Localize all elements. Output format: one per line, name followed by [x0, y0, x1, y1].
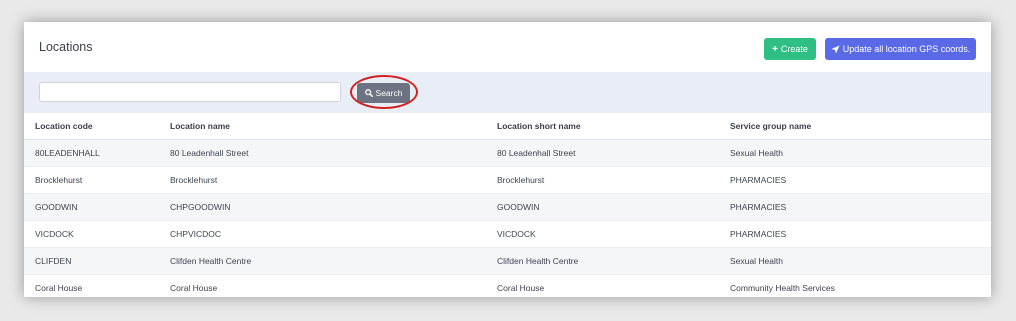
search-button-label: Search [375, 88, 403, 98]
locations-panel: Locations + Create Update all location G… [24, 22, 991, 297]
location-code-cell: VICDOCK [24, 220, 170, 248]
location-short-name-cell: 80 Leadenhall Street [497, 139, 730, 167]
location-short-name-cell: Coral House [497, 274, 730, 297]
update-gps-button-label: Update all location GPS coords. [842, 44, 971, 54]
service-group-cell: PHARMACIES [730, 166, 991, 194]
service-group-cell: Community Health Services [730, 274, 991, 297]
location-code-cell: CLIFDEN [24, 247, 170, 275]
location-name-cell: Brocklehurst [170, 166, 497, 194]
column-header-location-short-name[interactable]: Location short name [497, 113, 730, 140]
table-row[interactable]: GOODWIN CHPGOODWIN GOODWIN PHARMACIES [24, 193, 991, 221]
location-name-cell: Clifden Health Centre [170, 247, 497, 275]
location-arrow-icon [831, 44, 840, 54]
location-code-cell: Brocklehurst [24, 166, 170, 194]
service-group-cell: Sexual Health [730, 247, 991, 275]
column-header-location-code[interactable]: Location code [24, 113, 170, 140]
location-name-cell: Coral House [170, 274, 497, 297]
location-code-cell: Coral House [24, 274, 170, 297]
table-row[interactable]: CLIFDEN Clifden Health Centre Clifden He… [24, 247, 991, 275]
location-short-name-cell: Brocklehurst [497, 166, 730, 194]
create-button[interactable]: + Create [764, 38, 816, 60]
search-input[interactable] [39, 82, 341, 102]
column-header-location-name[interactable]: Location name [170, 113, 497, 140]
table-row[interactable]: 80LEADENHALL 80 Leadenhall Street 80 Lea… [24, 139, 991, 167]
location-name-cell: CHPGOODWIN [170, 193, 497, 221]
location-code-cell: GOODWIN [24, 193, 170, 221]
location-name-cell: 80 Leadenhall Street [170, 139, 497, 167]
page-title: Locations [39, 40, 93, 54]
location-name-cell: CHPVICDOC [170, 220, 497, 248]
create-button-label: Create [780, 44, 808, 54]
search-bar: Search [24, 72, 991, 113]
plus-icon: + [772, 43, 778, 55]
location-short-name-cell: GOODWIN [497, 193, 730, 221]
panel-header: Locations + Create Update all location G… [24, 22, 991, 73]
location-short-name-cell: Clifden Health Centre [497, 247, 730, 275]
column-header-service-group-name[interactable]: Service group name [730, 113, 991, 140]
table-row[interactable]: VICDOCK CHPVICDOC VICDOCK PHARMACIES [24, 220, 991, 248]
location-short-name-cell: VICDOCK [497, 220, 730, 248]
search-button[interactable]: Search [357, 83, 410, 103]
update-gps-button[interactable]: Update all location GPS coords. [825, 38, 976, 60]
table-row[interactable]: Brocklehurst Brocklehurst Brocklehurst P… [24, 166, 991, 194]
table-row[interactable]: Coral House Coral House Coral House Comm… [24, 274, 991, 297]
locations-table: Location code Location name Location sho… [24, 113, 991, 297]
location-code-cell: 80LEADENHALL [24, 139, 170, 167]
table-header-row: Location code Location name Location sho… [24, 113, 991, 140]
service-group-cell: PHARMACIES [730, 220, 991, 248]
service-group-cell: PHARMACIES [730, 193, 991, 221]
service-group-cell: Sexual Health [730, 139, 991, 167]
search-icon [364, 89, 373, 97]
